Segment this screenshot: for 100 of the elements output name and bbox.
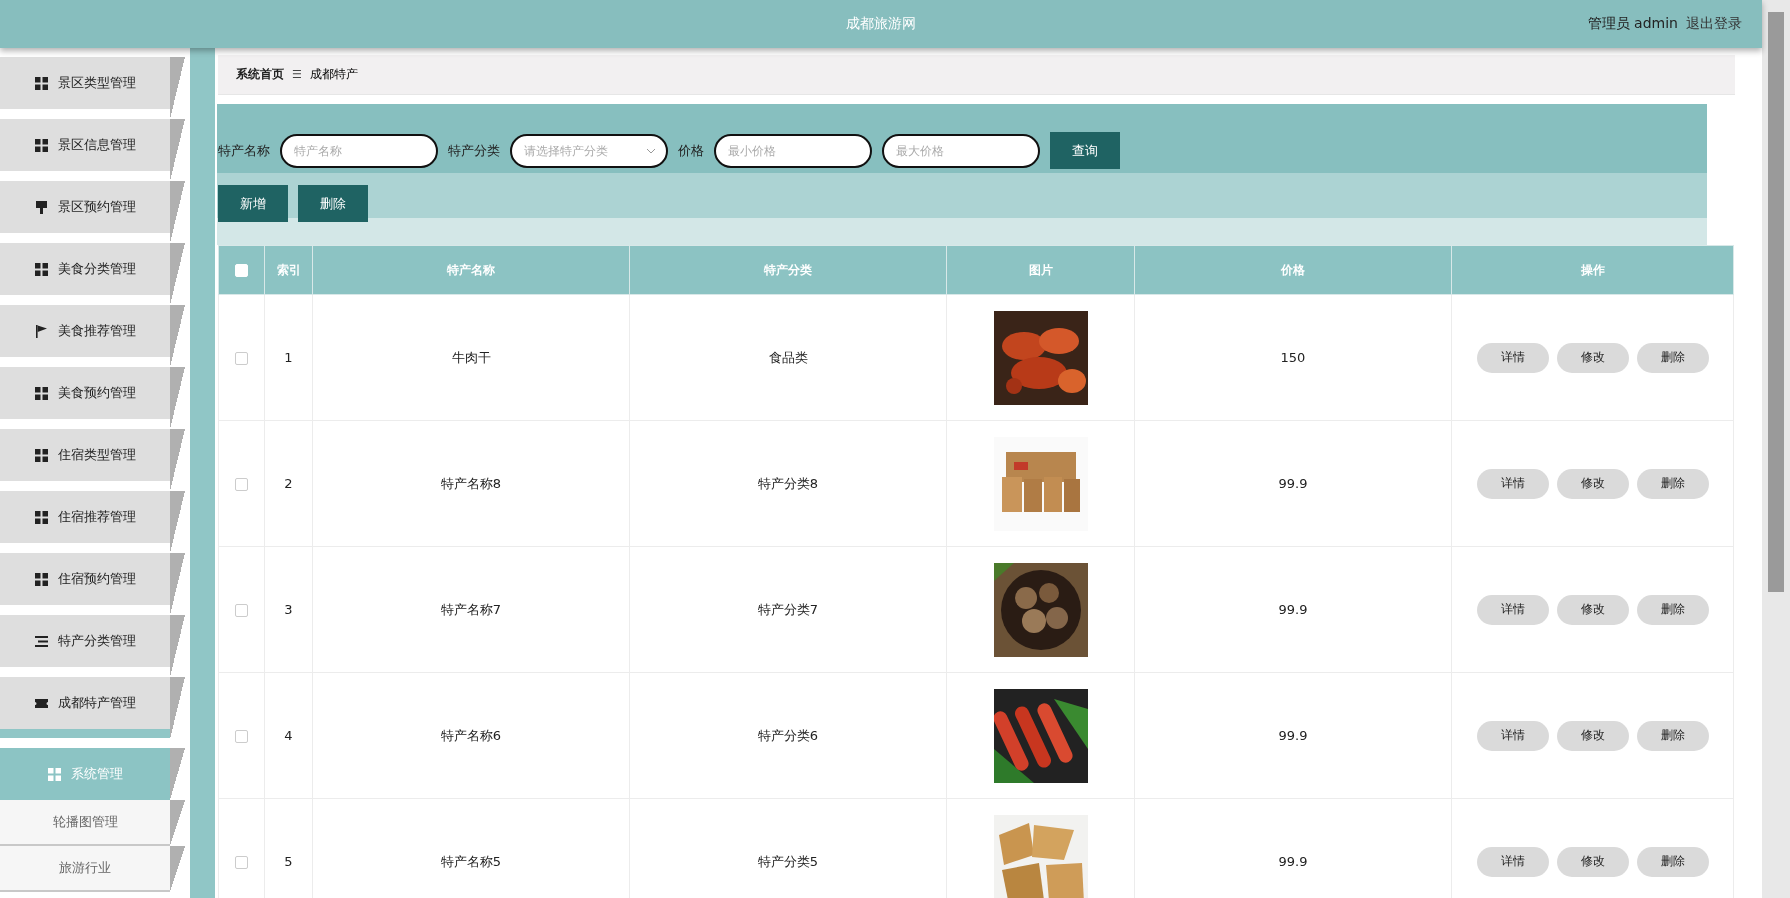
row-checkbox[interactable] <box>235 352 248 365</box>
name-cell: 特产名称7 <box>440 601 502 617</box>
flag-icon <box>34 324 48 338</box>
grid-icon <box>34 138 48 152</box>
sidebar-item[interactable]: 美食推荐管理 <box>0 305 170 357</box>
ticket-icon <box>34 696 48 710</box>
sidebar-item[interactable]: 住宿推荐管理 <box>0 491 170 543</box>
sidebar-item[interactable]: 美食分类管理 <box>0 243 170 295</box>
add-button[interactable]: 新增 <box>218 185 288 222</box>
item-corner-shadow <box>170 243 185 305</box>
sidebar-item[interactable]: 成都特产管理 <box>0 677 170 729</box>
edit-button[interactable]: 修改 <box>1556 846 1629 877</box>
name-cell: 特产名称6 <box>440 727 502 743</box>
submenu-item[interactable]: 轮播图管理 <box>0 800 170 846</box>
sidebar-item-label: 系统管理 <box>70 765 123 783</box>
delete-button[interactable]: 删除 <box>1636 594 1709 625</box>
edit-button[interactable]: 修改 <box>1556 468 1629 499</box>
detail-button[interactable]: 详情 <box>1476 468 1549 499</box>
column-header: 特产分类 <box>764 262 812 277</box>
breadcrumb-home[interactable]: 系统首页 <box>236 66 284 83</box>
sidebar-item[interactable]: 特产分类管理 <box>0 615 170 667</box>
chevron-icon <box>646 147 656 154</box>
grid-icon <box>34 572 48 586</box>
name-cell: 特产名称5 <box>440 853 502 869</box>
name-cell: 牛肉干 <box>451 349 491 365</box>
delete-button[interactable]: 删除 <box>1636 342 1709 373</box>
price-cell: 99.9 <box>1278 476 1308 491</box>
delete-button[interactable]: 删除 <box>1636 846 1709 877</box>
grid-icon <box>47 767 61 781</box>
column-header: 索引 <box>276 262 301 277</box>
sidebar-item-label: 美食预约管理 <box>57 384 136 402</box>
item-corner-shadow <box>170 615 185 677</box>
sidebar-item-label: 住宿预约管理 <box>57 570 136 588</box>
row-checkbox[interactable] <box>235 604 248 617</box>
item-corner-shadow <box>170 800 185 846</box>
sidebar-item-label: 景区预约管理 <box>57 198 136 216</box>
breadcrumb-current: 成都特产 <box>309 66 358 83</box>
sidebar-item-label: 景区类型管理 <box>57 74 136 92</box>
edit-button[interactable]: 修改 <box>1556 594 1629 625</box>
edit-button[interactable]: 修改 <box>1556 720 1629 751</box>
row-checkbox[interactable] <box>235 856 248 869</box>
sidebar-item[interactable]: 住宿预约管理 <box>0 553 170 605</box>
delete-button[interactable]: 删除 <box>1636 468 1709 499</box>
category-cell: 特产分类8 <box>757 475 819 491</box>
sidebar-item-label: 特产分类管理 <box>57 632 136 650</box>
detail-button[interactable]: 详情 <box>1476 846 1549 877</box>
delete-button[interactable]: 删除 <box>298 185 368 222</box>
scrollbar[interactable] <box>1762 0 1790 898</box>
index-cell: 5 <box>284 854 293 869</box>
list-icon <box>34 634 48 648</box>
category-cell: 特产分类5 <box>757 853 819 869</box>
category-cell: 特产分类6 <box>757 727 819 743</box>
index-cell: 2 <box>284 476 293 491</box>
search-button[interactable]: 查询 <box>1050 132 1120 169</box>
sidebar-item[interactable]: 住宿类型管理 <box>0 429 170 481</box>
price-cell: 99.9 <box>1278 728 1308 743</box>
grid-icon <box>34 448 48 462</box>
edit-button[interactable]: 修改 <box>1556 342 1629 373</box>
grid-icon <box>34 386 48 400</box>
item-corner-shadow <box>170 305 185 367</box>
detail-button[interactable]: 详情 <box>1476 594 1549 625</box>
scrollbar-thumb[interactable] <box>1768 12 1784 592</box>
column-header: 价格 <box>1281 262 1305 277</box>
filter-label: 价格 <box>678 141 704 160</box>
column-header: 特产名称 <box>447 262 495 277</box>
price-cell: 150 <box>1280 350 1306 365</box>
input-field[interactable]: 最小价格 <box>714 133 872 168</box>
category-cell: 食品类 <box>768 349 808 365</box>
sidebar-item-label: 住宿类型管理 <box>57 446 136 464</box>
logout-link[interactable]: 退出登录 <box>1686 15 1742 33</box>
item-corner-shadow <box>170 429 185 491</box>
item-corner-shadow <box>170 119 185 181</box>
sidebar-item-label: 美食分类管理 <box>57 260 136 278</box>
detail-button[interactable]: 详情 <box>1476 720 1549 751</box>
column-header: 操作 <box>1580 262 1605 277</box>
row-checkbox[interactable] <box>235 478 248 491</box>
index-cell: 1 <box>284 350 293 365</box>
price-cell: 99.9 <box>1278 854 1308 869</box>
input-field[interactable]: 最大价格 <box>882 133 1040 168</box>
detail-button[interactable]: 详情 <box>1476 342 1549 373</box>
item-corner-shadow <box>170 57 185 119</box>
sidebar-item[interactable]: 景区信息管理 <box>0 119 170 171</box>
sidebar-item-label: 美食推荐管理 <box>57 322 136 340</box>
grid-icon <box>34 262 48 276</box>
breadcrumb-separator: ☰ <box>292 68 302 81</box>
delete-button[interactable]: 删除 <box>1636 720 1709 751</box>
user-label: 管理员 admin <box>1587 15 1678 33</box>
column-header: 图片 <box>1028 262 1053 277</box>
sidebar-item[interactable]: 美食预约管理 <box>0 367 170 419</box>
sidebar-item[interactable]: 景区类型管理 <box>0 57 170 109</box>
item-corner-shadow <box>170 181 185 243</box>
filter-label: 特产分类 <box>448 141 500 160</box>
row-checkbox[interactable] <box>235 730 248 743</box>
item-corner-shadow <box>170 367 185 429</box>
category-select[interactable]: 请选择特产分类 <box>510 133 668 168</box>
input-field[interactable]: 特产名称 <box>280 133 438 168</box>
sidebar-item-label: 景区信息管理 <box>57 136 136 154</box>
sidebar-item[interactable]: 景区预约管理 <box>0 181 170 233</box>
select-all-checkbox[interactable] <box>235 264 248 277</box>
submenu-item[interactable]: 旅游行业 <box>0 846 170 892</box>
